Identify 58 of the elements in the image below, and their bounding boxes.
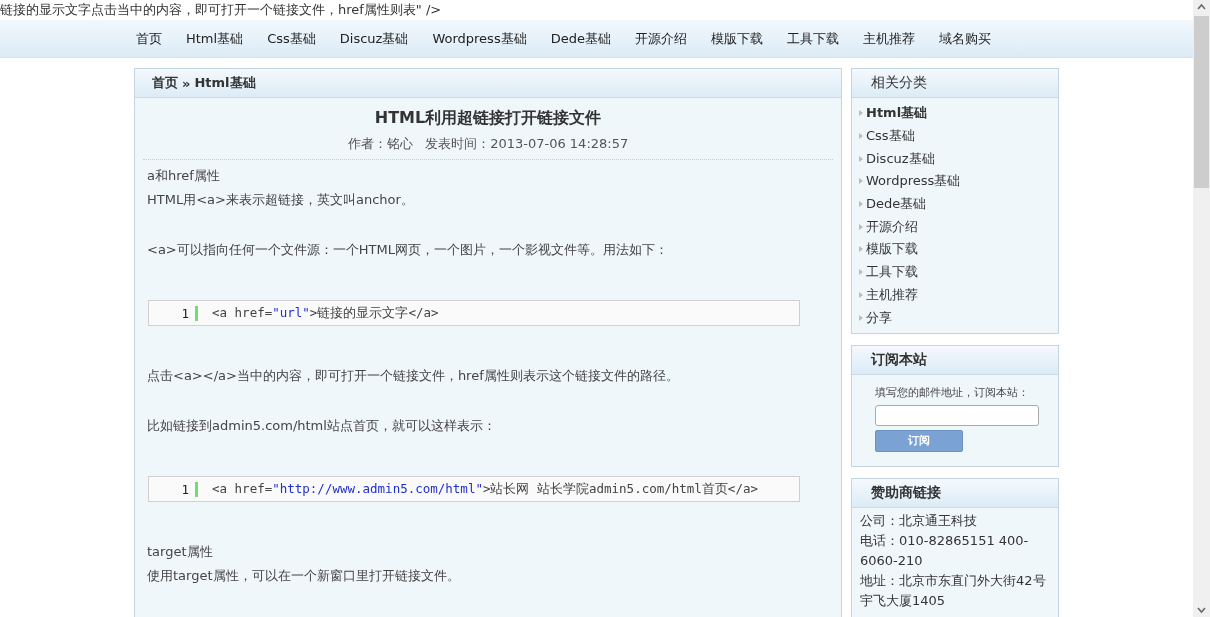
paragraph: 比如链接到admin5.com/html站点首页，就可以这样表示： [147,417,497,435]
nav-link[interactable]: 工具下载 [774,29,851,48]
sponsor-info: 电话：010-82865151 400-6060-210 [860,531,1030,570]
sponsor-info: 公司：北京通王科技 [860,511,978,530]
section-heading: a和href属性 [147,167,221,185]
scrollbar-thumb[interactable] [1194,16,1209,188]
bullet-icon [859,314,863,321]
bullet-icon [859,269,863,276]
category-link[interactable]: 开源介绍 [859,215,1058,239]
subscribe-prompt: 填写您的邮件地址，订阅本站： [875,384,1030,400]
breadcrumb-link[interactable]: Html基础 [194,74,256,92]
nav-link[interactable]: 域名购买 [926,29,1003,48]
category-link[interactable]: 工具下载 [859,260,1058,284]
panel-title: 相关分类 [852,69,1058,98]
category-link[interactable]: 主机推荐 [859,283,1058,307]
bullet-icon [859,110,863,117]
category-link[interactable]: 模版下载 [859,238,1058,261]
bullet-icon [859,133,863,140]
nav-link[interactable]: Dede基础 [538,29,623,48]
bullet-icon [859,178,863,185]
sponsor-info: 地址：北京市东直门外大街42号宇飞大厦1405 [860,571,1047,610]
article-title: HTML利用超链接打开链接文件 [373,108,603,129]
panel-title: 订阅本站 [852,345,1058,375]
panel-title: 赞助商链接 [852,478,1058,508]
paragraph: 使用target属性，可以在一个新窗口里打开链接文件。 [147,567,461,585]
bullet-icon [859,155,863,162]
paragraph: 点击<a></a>当中的内容，即可打开一个链接文件，href属性则表示这个链接文件的路径。 [147,367,680,385]
code-line: <a href="http://www.admin5.com/html">站长网 站长学院admin5.com/html首页</a> [212,480,758,498]
category-link[interactable]: 分享 [859,306,1058,329]
code-line: <a href="url">链接的显示文字</a> [212,304,439,322]
line-number: 1 [149,305,198,321]
nav-link[interactable]: 开源介绍 [622,29,699,48]
category-link[interactable]: Wordpress基础 [859,170,1058,193]
bullet-icon [859,201,863,208]
nav-link[interactable]: Css基础 [255,29,328,48]
category-link[interactable]: Css基础 [859,124,1058,148]
paragraph: <a>可以指向任何一个文件源：一个HTML网页，一个图片，一个影视文件等。用法如下： [147,241,669,259]
bullet-icon [859,223,863,230]
nav-link[interactable]: Wordpress基础 [420,29,539,48]
breadcrumb-link[interactable]: 首页 [152,74,178,92]
nav-link[interactable]: Html基础 [174,29,256,48]
section-heading: target属性 [147,543,214,561]
scrollbar[interactable] [1193,0,1210,617]
bullet-icon [859,291,863,298]
nav-link[interactable]: 模版下载 [698,29,775,48]
category-link[interactable]: Discuz基础 [859,147,1058,171]
email-field[interactable] [875,404,1039,426]
nav-link[interactable]: 主机推荐 [850,29,927,48]
paragraph: HTML用<a>来表示超链接，英文叫anchor。 [147,191,415,209]
category-link[interactable]: Html基础 [859,102,1058,125]
page-text-fragment: 链接的显示文字点击当中的内容，即可打开一个链接文件，href属性则表" /> [0,1,443,19]
bullet-icon [859,246,863,253]
nav-link[interactable]: 首页 [136,29,174,48]
line-number: 1 [149,481,198,497]
breadcrumb-separator: » [182,75,191,91]
article-meta: 作者：铭心 发表时间：2013-07-06 14:28:57 [346,135,630,153]
category-link[interactable]: Dede基础 [859,192,1058,216]
nav-link[interactable]: Discuz基础 [327,29,421,48]
